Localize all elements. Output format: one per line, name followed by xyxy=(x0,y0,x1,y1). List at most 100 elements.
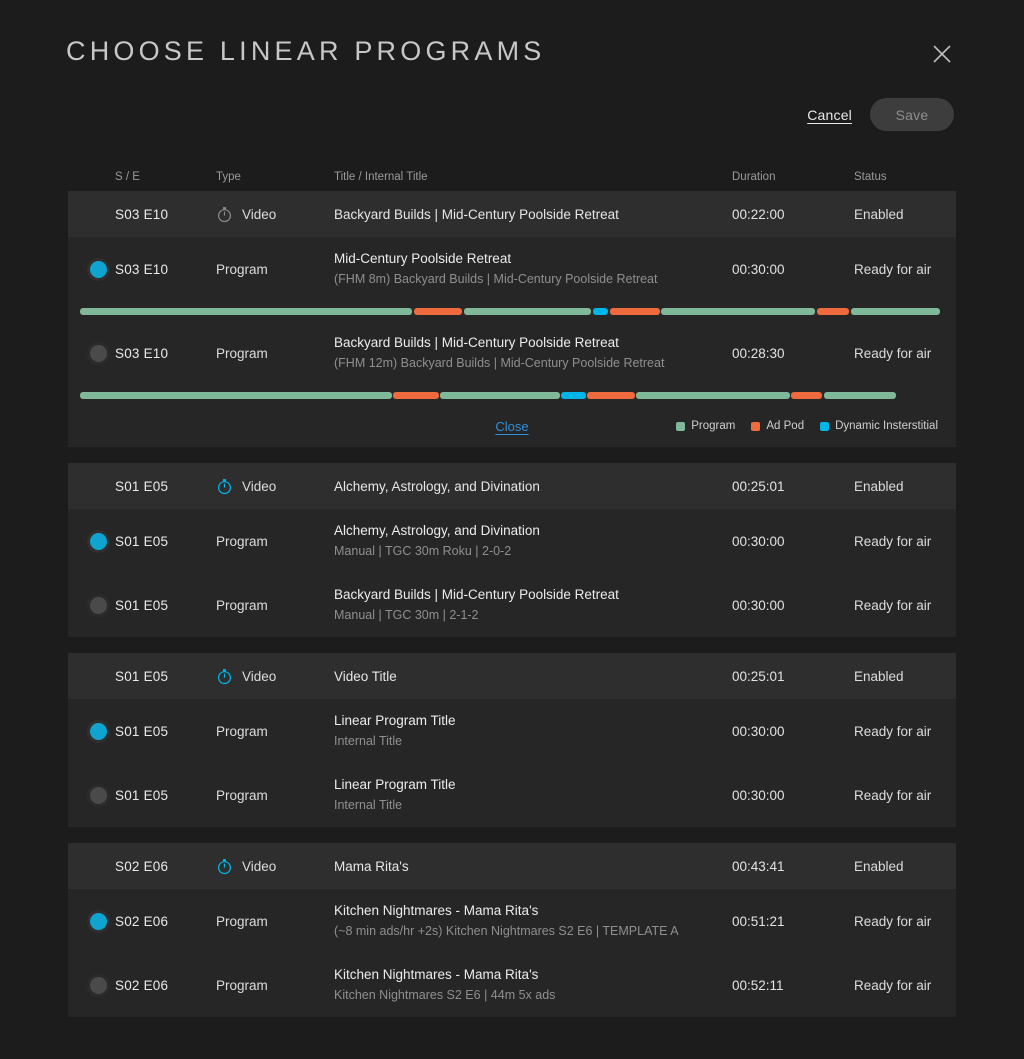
program-duration: 00:52:11 xyxy=(732,977,784,993)
video-se: S03 E10 xyxy=(115,206,169,222)
save-button[interactable]: Save xyxy=(870,98,954,131)
program-internal-title: Kitchen Nightmares S2 E6 | 44m 5x ads xyxy=(334,988,556,1002)
program-row[interactable]: S01 E05 Program Backyard Builds | Mid-Cent… xyxy=(68,573,956,637)
program-row[interactable]: S01 E05 Program Alchemy, Astrology, and Di… xyxy=(68,509,956,573)
timeline-segment-interstitial xyxy=(592,307,609,315)
program-row[interactable]: S01 E05 Program Linear Program Title Intern… xyxy=(68,763,956,827)
program-radio-cell xyxy=(68,976,115,994)
timeline-segment-ad-pod xyxy=(587,391,635,399)
program-row[interactable]: S01 E05 Program Linear Program Title Intern… xyxy=(68,699,956,763)
program-status: Ready for air xyxy=(854,723,932,739)
cancel-button[interactable]: Cancel xyxy=(807,107,852,123)
close-icon[interactable] xyxy=(928,40,956,68)
program-se: S01 E05 xyxy=(115,787,169,803)
table-body: S03 E10 Video Backyard Builds | Mid-Centur… xyxy=(68,191,956,1017)
timer-icon xyxy=(216,858,233,875)
program-type: Program xyxy=(216,723,268,739)
program-duration: 00:28:30 xyxy=(732,345,785,361)
program-group: S03 E10 Video Backyard Builds | Mid-Centur… xyxy=(68,191,956,447)
video-duration: 00:25:01 xyxy=(732,478,785,494)
timeline-segment-interstitial xyxy=(561,391,586,399)
legend-swatch-program xyxy=(676,421,686,431)
video-status: Enabled xyxy=(854,206,904,222)
program-row[interactable]: S03 E10 Program Mid-Century Poolside Retre… xyxy=(68,237,956,301)
program-title-cell: Kitchen Nightmares - Mama Rita's Kitchen … xyxy=(334,965,732,1005)
video-duration: 00:25:01 xyxy=(732,668,785,684)
program-type: Program xyxy=(216,913,268,929)
program-radio-cell xyxy=(68,786,115,804)
page-title: CHOOSE LINEAR PROGRAMS xyxy=(66,36,546,66)
timeline-segment-ad-pod xyxy=(413,307,462,315)
video-type-label: Video xyxy=(242,858,277,874)
video-title: Backyard Builds | Mid-Century Poolside R… xyxy=(334,206,619,222)
radio-unselected[interactable] xyxy=(90,786,107,804)
video-se: S01 E05 xyxy=(115,668,169,684)
program-group: S01 E05 Video Video Title 00:25:01 Enabled S0… xyxy=(68,653,956,827)
column-header-se: S / E xyxy=(115,171,140,183)
video-row[interactable]: S01 E05 Video Alchemy, Astrology, and Divi… xyxy=(68,463,956,509)
radio-unselected[interactable] xyxy=(90,976,107,994)
program-duration: 00:51:21 xyxy=(732,913,785,929)
program-title-cell: Alchemy, Astrology, and Divination Manual… xyxy=(334,521,732,561)
timeline-segment-program xyxy=(463,307,591,315)
program-internal-title: (~8 min ads/hr +2s) Kitchen Nightmares S… xyxy=(334,924,679,938)
radio-selected[interactable] xyxy=(90,722,107,740)
program-type: Program xyxy=(216,597,268,613)
video-type-cell: Video xyxy=(216,858,334,875)
radio-selected[interactable] xyxy=(90,912,107,930)
timeline-segment-program xyxy=(850,307,940,315)
video-type-label: Video xyxy=(242,206,277,222)
program-timeline-row xyxy=(68,385,956,405)
radio-unselected[interactable] xyxy=(90,344,107,362)
radio-selected[interactable] xyxy=(90,532,107,550)
program-status: Ready for air xyxy=(854,977,932,993)
radio-unselected[interactable] xyxy=(90,596,107,614)
timeline-segment-program xyxy=(636,391,790,399)
video-duration: 00:43:41 xyxy=(732,858,785,874)
video-type-cell: Video xyxy=(216,668,334,685)
program-status: Ready for air xyxy=(854,345,932,361)
program-title: Alchemy, Astrology, and Divination xyxy=(334,523,540,538)
timeline-segment-program xyxy=(80,307,412,315)
program-title-cell: Linear Program Title Internal Title xyxy=(334,711,732,751)
timer-icon xyxy=(216,478,233,495)
program-se: S02 E06 xyxy=(115,977,169,993)
program-duration: 00:30:00 xyxy=(732,597,785,613)
video-se: S02 E06 xyxy=(115,858,169,874)
timeline-segment-program xyxy=(823,391,896,399)
program-se: S03 E10 xyxy=(115,261,169,277)
program-title-cell: Kitchen Nightmares - Mama Rita's (~8 min … xyxy=(334,901,732,941)
program-status: Ready for air xyxy=(854,261,932,277)
radio-selected[interactable] xyxy=(90,260,107,278)
modal-choose-linear-programs: CHOOSE LINEAR PROGRAMS Cancel Save S / E… xyxy=(0,0,1024,1059)
program-group: S01 E05 Video Alchemy, Astrology, and Divi… xyxy=(68,463,956,637)
program-timeline-row xyxy=(68,301,956,321)
column-header-status: Status xyxy=(854,171,887,183)
video-row[interactable]: S03 E10 Video Backyard Builds | Mid-Centur… xyxy=(68,191,956,237)
timer-icon xyxy=(216,668,233,685)
program-se: S01 E05 xyxy=(115,723,169,739)
video-title: Mama Rita's xyxy=(334,858,409,874)
program-title-cell: Mid-Century Poolside Retreat (FHM 8m) Bac… xyxy=(334,249,732,289)
timeline-legend: Program Ad Pod Dynamic Insterstitial xyxy=(676,420,938,432)
program-title: Kitchen Nightmares - Mama Rita's xyxy=(334,903,539,918)
video-duration: 00:22:00 xyxy=(732,206,785,222)
video-se: S01 E05 xyxy=(115,478,169,494)
program-group: S02 E06 Video Mama Rita's 00:43:41 Enabled S0… xyxy=(68,843,956,1017)
program-radio-cell xyxy=(68,722,115,740)
program-timeline[interactable] xyxy=(80,391,896,399)
program-row[interactable]: S02 E06 Program Kitchen Nightmares - Mama … xyxy=(68,889,956,953)
program-type: Program xyxy=(216,533,268,549)
video-status: Enabled xyxy=(854,858,904,874)
program-row[interactable]: S02 E06 Program Kitchen Nightmares - Mama … xyxy=(68,953,956,1017)
program-timeline[interactable] xyxy=(80,307,940,315)
timeline-segment-ad-pod xyxy=(791,391,823,399)
program-internal-title: Internal Title xyxy=(334,734,403,748)
timer-icon xyxy=(216,206,233,223)
video-row[interactable]: S02 E06 Video Mama Rita's 00:43:41 Enabled xyxy=(68,843,956,889)
video-row[interactable]: S01 E05 Video Video Title 00:25:01 Enabled xyxy=(68,653,956,699)
program-internal-title: (FHM 8m) Backyard Builds | Mid-Century P… xyxy=(334,272,658,286)
video-status: Enabled xyxy=(854,668,904,684)
program-status: Ready for air xyxy=(854,787,932,803)
program-row[interactable]: S03 E10 Program Backyard Builds | Mid-Cent… xyxy=(68,321,956,385)
